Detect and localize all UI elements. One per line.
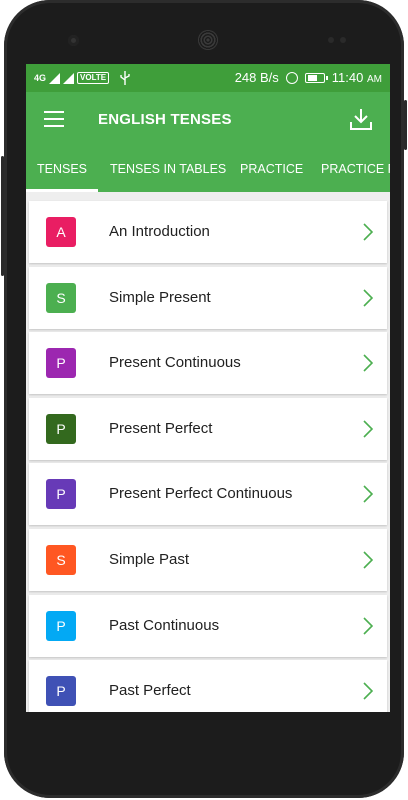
list-item[interactable]: S Simple Past [29,529,387,591]
alarm-icon [285,71,298,84]
chevron-right-icon [363,617,373,635]
list-item-label: Past Perfect [109,682,191,700]
tab-tenses[interactable]: TENSES [26,148,98,192]
chevron-right-icon [363,289,373,307]
tab-practice-fill[interactable]: PRACTICE FI [321,148,390,192]
front-camera [68,35,79,46]
app-screen: 4G VOLTE 248 B/s 11:40 AM ENGLISH TENSES [26,64,390,712]
download-icon[interactable] [348,106,374,132]
volume-button [1,156,4,276]
list-item-label: An Introduction [109,223,210,240]
chevron-right-icon [363,485,373,503]
earpiece-speaker [198,30,218,50]
status-bar: 4G VOLTE 248 B/s 11:40 AM [26,64,390,92]
list-item[interactable]: P Past Perfect [29,660,387,712]
usb-icon [120,71,130,85]
list-item-label: Simple Past [109,551,190,568]
list-item-label: Present Continuous [109,354,241,372]
clock-time: 11:40 AM [332,70,382,85]
list-item[interactable]: S Simple Present [29,266,387,329]
list-item-label: Present Perfect [109,419,213,437]
letter-badge: P [46,413,76,444]
letter-badge: P [46,348,76,379]
list-item-label: Present Perfect Continuous [109,485,293,503]
volte-badge: VOLTE [77,72,110,84]
list-item-label: Past Continuous [109,616,220,634]
power-button [404,100,407,150]
chevron-right-icon [363,223,373,241]
list-item[interactable]: A An Introduction [29,201,387,263]
letter-badge: S [46,282,76,313]
list-item[interactable]: P Present Perfect Continuous [29,463,387,526]
chevron-right-icon [363,354,373,372]
letter-badge: P [46,479,76,510]
network-type: 4G [34,73,47,83]
chevron-right-icon [363,682,373,700]
menu-icon[interactable] [44,111,64,127]
signal-icon [49,72,61,84]
app-toolbar: ENGLISH TENSES [26,92,390,148]
letter-badge: S [46,545,76,575]
clock-hours: 11:40 [331,70,364,85]
proximity-sensor [328,37,334,43]
list-item[interactable]: P Present Continuous [29,332,387,395]
tab-bar: TENSES TENSES IN TABLES PRACTICE PRACTIC… [26,148,390,192]
letter-badge: P [46,610,76,641]
signal-icon-2 [63,72,75,84]
light-sensor [340,37,346,43]
chevron-right-icon [363,551,373,569]
letter-badge: A [46,217,76,247]
list-item-label: Simple Present [109,288,211,306]
letter-badge: P [46,676,76,707]
network-speed: 248 B/s [234,70,279,85]
list-item[interactable]: P Present Perfect [29,397,387,460]
battery-fill [307,74,317,81]
list-item[interactable]: P Past Continuous [29,594,387,657]
battery-icon [304,72,328,83]
chevron-right-icon [363,420,373,438]
tab-tenses-in-tables[interactable]: TENSES IN TABLES [110,148,226,192]
app-title: ENGLISH TENSES [98,111,232,128]
tab-practice[interactable]: PRACTICE [240,148,303,192]
clock-ampm: AM [367,74,382,85]
phone-frame: 4G VOLTE 248 B/s 11:40 AM ENGLISH TENSES [1,0,407,798]
